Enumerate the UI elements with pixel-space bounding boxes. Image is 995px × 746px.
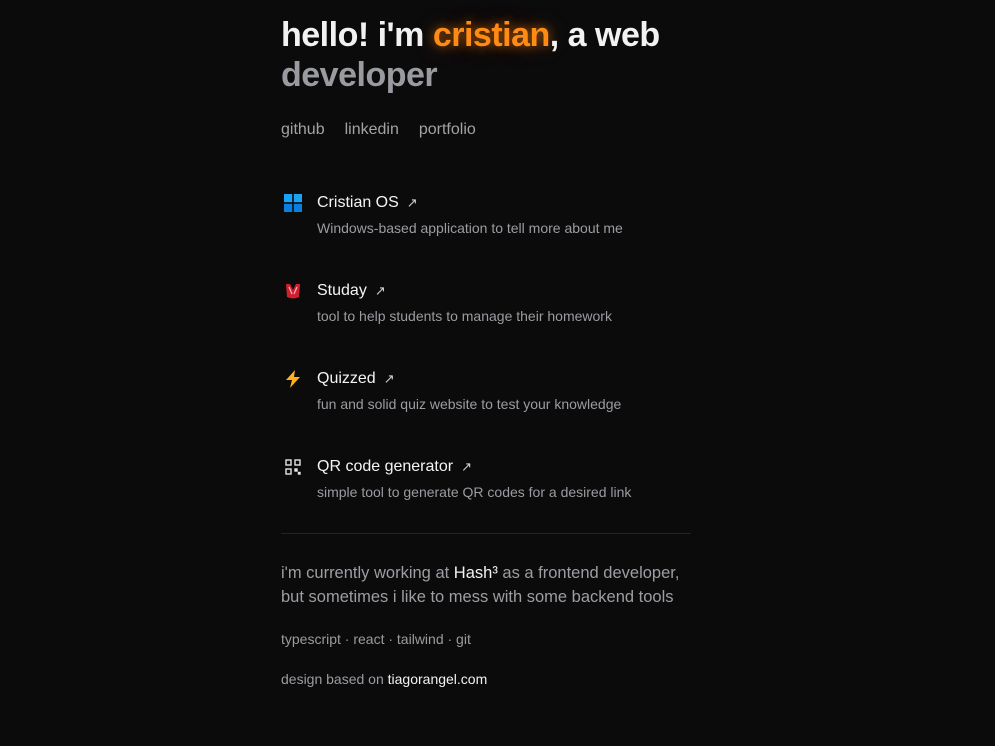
main-content: hello! i'm cristian, a web developer git… [281, 15, 691, 687]
studay-logo-icon [281, 279, 305, 303]
external-arrow-icon: ↗ [406, 195, 418, 210]
hero-heading: hello! i'm cristian, a web developer [281, 15, 691, 95]
project-studay[interactable]: Studay ↗ tool to help students to manage… [281, 281, 691, 369]
project-quizzed[interactable]: Quizzed ↗ fun and solid quiz website to … [281, 369, 691, 457]
credit-link[interactable]: tiagorangel.com [388, 671, 488, 687]
lightning-icon [281, 367, 305, 391]
project-qr-code-generator[interactable]: QR code generator ↗ simple tool to gener… [281, 457, 691, 545]
section-divider [281, 533, 691, 534]
tech-stack: typescript · react · tailwind · git [281, 631, 471, 647]
project-description: tool to help students to manage their ho… [317, 308, 612, 324]
project-title: Quizzed [317, 370, 376, 387]
project-list: Cristian OS ↗ Windows-based application … [281, 193, 691, 545]
linkedin-link[interactable]: linkedin [345, 121, 399, 139]
windows-logo-icon [281, 191, 305, 215]
external-arrow-icon: ↗ [461, 459, 472, 474]
hero-suffix: , a web [549, 16, 660, 54]
hero-greeting: hello! i'm [281, 16, 433, 54]
project-title: Studay [317, 282, 367, 299]
project-cristian-os[interactable]: Cristian OS ↗ Windows-based application … [281, 193, 691, 281]
qr-code-icon [281, 455, 305, 479]
project-description: simple tool to generate QR codes for a d… [317, 484, 632, 500]
hero-role: developer [281, 56, 438, 94]
about-text: i'm currently working at Hash³ as a fron… [281, 561, 691, 609]
credit-text: design based on [281, 671, 388, 687]
external-arrow-icon: ↗ [383, 371, 395, 386]
external-arrow-icon: ↗ [374, 283, 386, 298]
project-description: Windows-based application to tell more a… [317, 220, 623, 236]
project-description: fun and solid quiz website to test your … [317, 396, 622, 412]
company-name: Hash³ [453, 564, 498, 582]
social-links: github linkedin portfolio [281, 121, 691, 139]
github-link[interactable]: github [281, 121, 325, 139]
hero-name: cristian [432, 16, 550, 54]
project-title: QR code generator [317, 458, 454, 475]
project-title: Cristian OS [317, 194, 399, 211]
design-credit: design based on tiagorangel.com [281, 671, 691, 687]
portfolio-link[interactable]: portfolio [419, 121, 476, 139]
about-before: i'm currently working at [281, 564, 454, 582]
